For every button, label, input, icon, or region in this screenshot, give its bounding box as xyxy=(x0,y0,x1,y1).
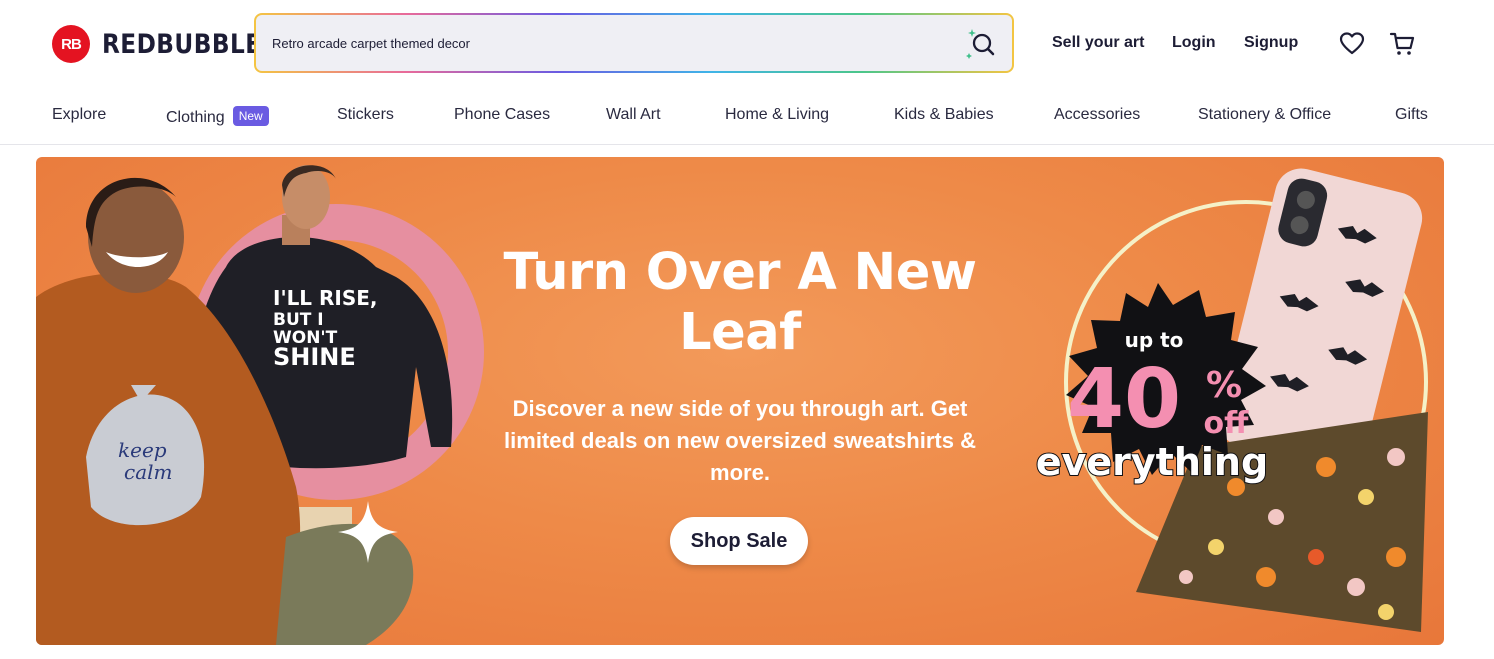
promo-percent: 40 xyxy=(1067,352,1181,447)
sweatshirt-print-line2: BUT I xyxy=(273,310,324,330)
search-box xyxy=(256,15,1012,71)
banner-headline: Turn Over A New Leaf xyxy=(503,243,977,362)
category-nav: Explore Clothing New Stickers Phone Cases… xyxy=(0,88,1494,145)
nav-clothing-label: Clothing xyxy=(166,109,225,126)
promo-percent-sign: % xyxy=(1206,365,1242,406)
sweatshirt-print-line4: SHINE xyxy=(273,343,356,371)
search-sparkle-icon[interactable] xyxy=(964,27,998,61)
nav-stationery-office[interactable]: Stationery & Office xyxy=(1198,106,1331,124)
cart-icon[interactable] xyxy=(1389,30,1417,58)
search-bar xyxy=(254,13,1014,73)
promo-up-to: up to xyxy=(1125,328,1184,352)
nav-phone-cases[interactable]: Phone Cases xyxy=(454,106,550,124)
logo-mark: RB xyxy=(52,25,90,63)
hoodie-print-line2: calm xyxy=(124,460,173,484)
nav-accessories[interactable]: Accessories xyxy=(1054,106,1140,124)
nav-clothing[interactable]: Clothing New xyxy=(166,106,269,127)
promo-everything: everything xyxy=(1036,440,1268,484)
new-badge: New xyxy=(232,106,269,126)
nav-explore[interactable]: Explore xyxy=(52,106,106,124)
hoodie-print-line1: keep xyxy=(118,438,167,462)
heart-icon[interactable] xyxy=(1338,30,1366,58)
redbubble-logo[interactable]: RB REDBUBBLE xyxy=(52,25,287,63)
search-input[interactable] xyxy=(272,35,932,51)
sweatshirt-print-line1: I'LL RISE, xyxy=(273,286,378,310)
logo-wordmark: REDBUBBLE xyxy=(102,28,262,60)
nav-wall-art[interactable]: Wall Art xyxy=(606,106,661,124)
shop-sale-button[interactable]: Shop Sale xyxy=(670,517,808,565)
nav-stickers[interactable]: Stickers xyxy=(337,106,394,124)
nav-gifts[interactable]: Gifts xyxy=(1395,106,1428,124)
login-link[interactable]: Login xyxy=(1172,34,1216,52)
site-header: RB REDBUBBLE Sell your art Login Signup xyxy=(0,0,1494,88)
promo-off: off xyxy=(1204,406,1250,441)
nav-kids-babies[interactable]: Kids & Babies xyxy=(894,106,994,124)
nav-home-living[interactable]: Home & Living xyxy=(725,106,829,124)
sell-your-art-link[interactable]: Sell your art xyxy=(1052,34,1144,52)
banner-subhead: Discover a new side of you through art. … xyxy=(504,396,976,485)
signup-link[interactable]: Signup xyxy=(1244,34,1298,52)
hero-banner[interactable]: I'LL RISE, BUT I WON'T SHINE keep calm u… xyxy=(36,157,1444,645)
